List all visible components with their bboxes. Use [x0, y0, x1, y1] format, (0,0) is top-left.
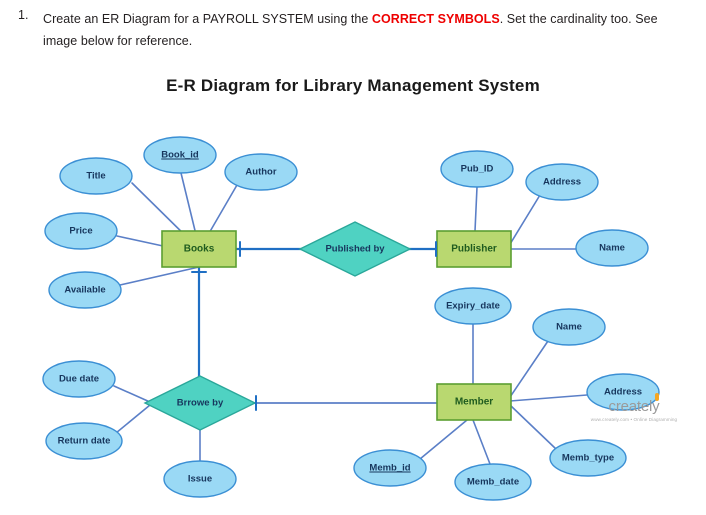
connector-duedate-brrowe [113, 385, 151, 403]
relationship-brrowe_by [143, 375, 257, 431]
entity-books [161, 230, 237, 268]
watermark-tagline: www.creately.com • Online Diagramming [590, 417, 678, 422]
attribute-title [59, 157, 133, 195]
attribute-pub_address [525, 163, 599, 201]
connector-membtype-member [509, 404, 557, 450]
relationship-published_by [298, 221, 412, 277]
watermark-brand: creately [608, 393, 660, 415]
connector-pubid-publisher [474, 186, 478, 232]
connector-returndate-brrowe [115, 404, 151, 434]
attribute-due_date [42, 360, 116, 398]
connector-price-books [116, 235, 164, 247]
connector-name-member [507, 340, 549, 401]
attribute-memb_type [549, 439, 627, 477]
connector-membdate-member [472, 419, 491, 465]
watermark-accent-icon [654, 393, 659, 401]
connector-address-member [509, 394, 588, 402]
watermark-brand-text: creately [608, 398, 660, 415]
attribute-memb_id [353, 449, 427, 487]
attribute-pub_name [575, 229, 649, 267]
attribute-pub_id [440, 150, 514, 188]
attribute-expiry_date [434, 287, 512, 325]
attribute-issue [163, 460, 237, 498]
attribute-memb_date [454, 463, 532, 501]
attribute-book_id [143, 136, 217, 174]
question-block: 1. Create an ER Diagram for a PAYROLL SY… [0, 0, 706, 62]
connector-membid-member [419, 419, 468, 460]
question-number: 1. [18, 8, 29, 22]
attribute-author [224, 153, 298, 191]
entity-publisher [436, 230, 512, 268]
attribute-return_date [45, 422, 123, 460]
attribute-available [48, 271, 122, 309]
creately-watermark: creately www.creately.com • Online Diagr… [578, 393, 690, 422]
diagram-canvas [42, 136, 660, 501]
attribute-mem_name [532, 308, 606, 346]
question-text: Create an ER Diagram for a PAYROLL SYSTE… [43, 8, 693, 52]
question-emphasis: CORRECT SYMBOLS [371, 12, 500, 26]
question-text-before: Create an ER Diagram for a PAYROLL SYSTE… [43, 12, 372, 26]
er-diagram: E-R Diagram for Library Management Syste… [0, 62, 706, 515]
entity-member [436, 383, 512, 421]
connector-available-books [119, 266, 200, 286]
attribute-price [44, 212, 118, 250]
